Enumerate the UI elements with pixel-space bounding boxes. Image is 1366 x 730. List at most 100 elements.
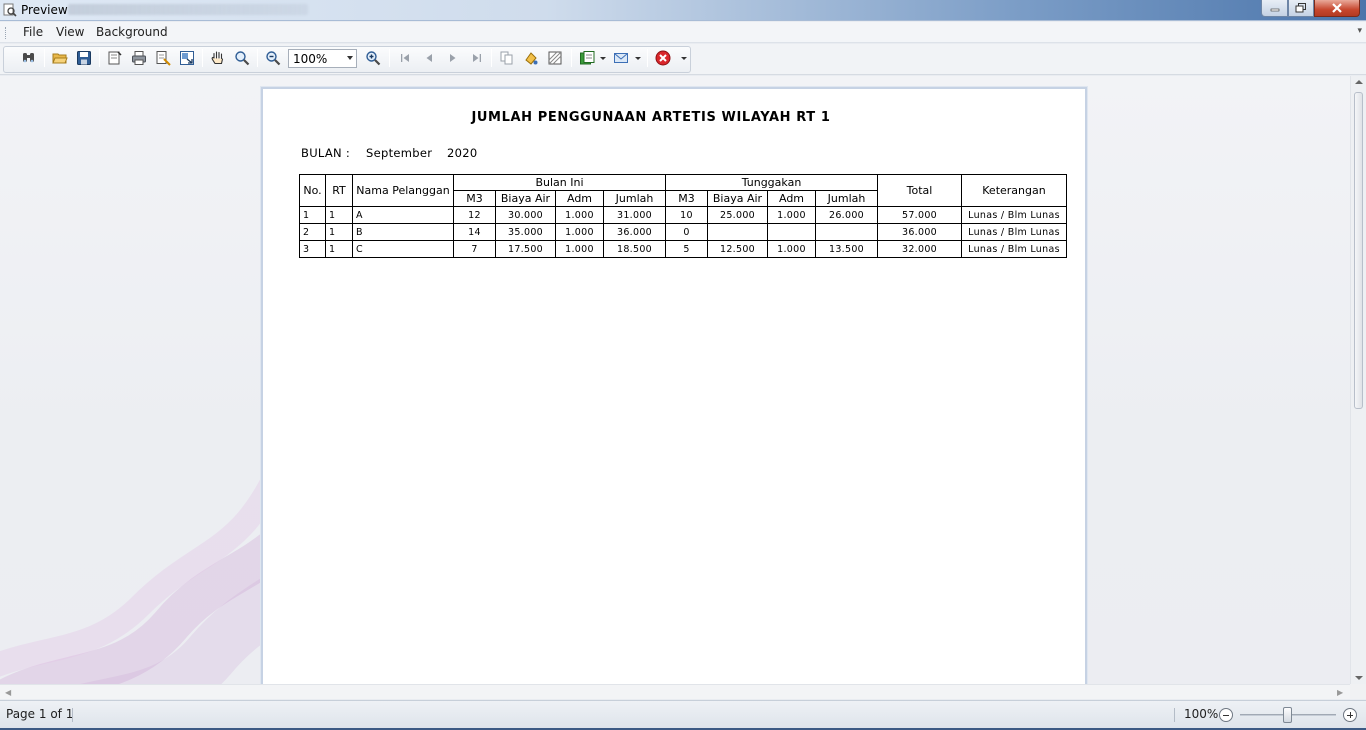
menu-view[interactable]: View	[56, 25, 84, 39]
cell-arrears-adm	[767, 223, 816, 241]
cell-arrears-water: 25.000	[707, 206, 768, 224]
menu-overflow-icon[interactable]: ▾	[1357, 26, 1362, 36]
header-arrears-m3: M3	[665, 190, 708, 207]
menu-file[interactable]: File	[23, 25, 43, 39]
cell-arrears-m3: 0	[665, 223, 708, 241]
page-indicator: Page 1 of 1	[6, 707, 74, 721]
watermark-icon[interactable]	[547, 50, 563, 66]
cell-name: B	[352, 223, 454, 241]
close-icon	[1332, 3, 1342, 13]
header-group-arrears: Tunggakan	[665, 174, 878, 191]
minimize-button[interactable]	[1261, 0, 1288, 17]
chevron-down-icon[interactable]	[600, 57, 606, 60]
header-rt: RT	[325, 174, 353, 207]
cell-sum: 18.500	[603, 240, 666, 258]
cell-rt: 1	[325, 223, 353, 241]
scroll-corner	[1350, 684, 1366, 699]
scroll-right-icon[interactable]: ▶	[1337, 688, 1343, 697]
zoom-combobox[interactable]: 100%	[288, 49, 357, 68]
cell-arrears-adm: 1.000	[767, 240, 816, 258]
toolbar-separator	[202, 49, 203, 67]
close-window-button[interactable]	[1314, 0, 1360, 17]
scroll-down-icon[interactable]	[1355, 676, 1363, 680]
multiple-pages-icon[interactable]	[499, 50, 515, 66]
toolbar-separator	[99, 49, 100, 67]
status-separator	[1174, 708, 1175, 722]
cell-arrears-water	[707, 223, 768, 241]
cell-m3: 7	[453, 240, 496, 258]
zoom-slider-thumb[interactable]	[1283, 707, 1292, 723]
report-page: JUMLAH PENGGUNAAN ARTETIS WILAYAH RT 1 B…	[261, 87, 1087, 684]
cell-no: 2	[299, 223, 326, 241]
cell-arrears-water: 12.500	[707, 240, 768, 258]
toolbar-overflow-icon[interactable]	[681, 57, 687, 60]
vertical-scroll-thumb[interactable]	[1354, 92, 1363, 409]
header-sum: Jumlah	[603, 190, 666, 207]
close-preview-icon[interactable]	[655, 50, 671, 66]
scroll-up-icon[interactable]	[1355, 80, 1363, 84]
cell-total: 32.000	[877, 240, 962, 258]
zoom-in-icon[interactable]	[365, 50, 381, 66]
export-icon[interactable]	[179, 50, 195, 66]
header-total: Total	[877, 174, 962, 207]
menu-grip	[5, 27, 8, 39]
header-m3: M3	[453, 190, 496, 207]
table-row: 3 1 C 7 17.500 1.000 18.500 5 12.500 1.0…	[299, 240, 1067, 258]
cell-adm: 1.000	[555, 223, 604, 241]
month-value: September	[366, 146, 433, 160]
cell-arrears-m3: 10	[665, 206, 708, 224]
previous-page-icon[interactable]	[421, 50, 437, 66]
next-page-icon[interactable]	[445, 50, 461, 66]
menu-background[interactable]: Background	[96, 25, 168, 39]
cell-name: C	[352, 240, 454, 258]
open-icon[interactable]	[52, 50, 68, 66]
page-setup-icon[interactable]	[107, 50, 123, 66]
hand-tool-icon[interactable]	[210, 50, 226, 66]
cell-arrears-sum: 13.500	[815, 240, 878, 258]
cell-name: A	[352, 206, 454, 224]
cell-water: 17.500	[495, 240, 556, 258]
menu-bar: File View Background ▾	[0, 22, 1366, 43]
header-water-cost: Biaya Air	[495, 190, 556, 207]
first-page-icon[interactable]	[397, 50, 413, 66]
header-name: Nama Pelanggan	[352, 174, 454, 207]
header-arrears-adm: Adm	[767, 190, 816, 207]
cell-arrears-m3: 5	[665, 240, 708, 258]
header-adm: Adm	[555, 190, 604, 207]
chevron-down-icon[interactable]	[635, 57, 641, 60]
last-page-icon[interactable]	[469, 50, 485, 66]
magnifier-icon[interactable]	[234, 50, 250, 66]
minimize-icon	[1270, 8, 1279, 12]
color-icon[interactable]	[523, 50, 539, 66]
vertical-scrollbar[interactable]	[1350, 76, 1366, 684]
zoom-in-button[interactable]	[1343, 708, 1357, 722]
cell-adm: 1.000	[555, 240, 604, 258]
email-icon[interactable]	[613, 50, 629, 66]
cell-arrears-sum	[815, 223, 878, 241]
zoom-percent: 100%	[1184, 707, 1219, 721]
cell-notes: Lunas / Blm Lunas	[961, 206, 1067, 224]
chevron-down-icon[interactable]	[347, 56, 353, 60]
scroll-left-icon[interactable]: ◀	[5, 688, 11, 697]
horizontal-scrollbar[interactable]: ◀ ▶	[0, 684, 1350, 699]
toolbar-separator	[257, 49, 258, 67]
search-icon[interactable]	[21, 50, 37, 66]
zoom-value: 100%	[293, 52, 328, 66]
cell-water: 35.000	[495, 223, 556, 241]
header-arrears-water-cost: Biaya Air	[707, 190, 768, 207]
toolbar-separator	[571, 49, 572, 67]
header-arrears-sum: Jumlah	[815, 190, 878, 207]
zoom-out-icon[interactable]	[265, 50, 281, 66]
zoom-out-button[interactable]	[1219, 708, 1233, 722]
cell-adm: 1.000	[555, 206, 604, 224]
quick-print-icon[interactable]	[155, 50, 171, 66]
restore-button[interactable]	[1288, 0, 1314, 17]
print-icon[interactable]	[131, 50, 147, 66]
report-table: No. RT Nama Pelanggan Bulan Ini Tunggaka…	[299, 174, 1067, 258]
save-icon[interactable]	[76, 50, 92, 66]
export-document-icon[interactable]	[579, 50, 595, 66]
cell-rt: 1	[325, 240, 353, 258]
cell-arrears-sum: 26.000	[815, 206, 878, 224]
cell-no: 3	[299, 240, 326, 258]
cell-arrears-adm: 1.000	[767, 206, 816, 224]
